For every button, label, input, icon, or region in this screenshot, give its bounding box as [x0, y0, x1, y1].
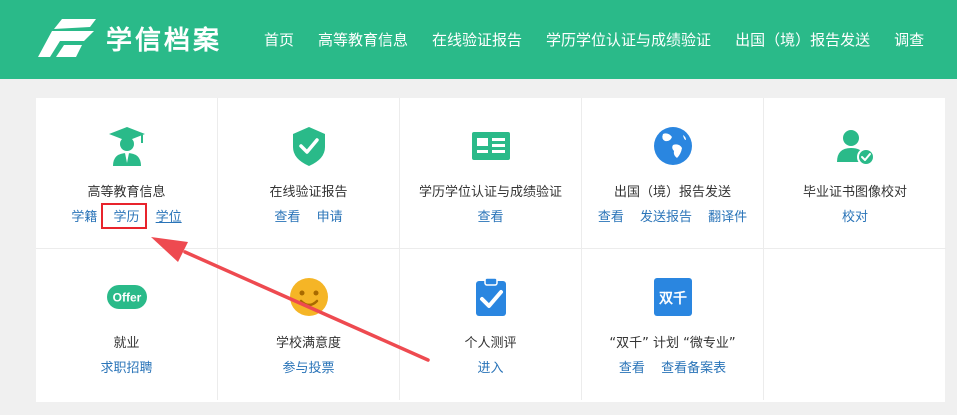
service-links: 求职招聘: [36, 357, 217, 376]
service-shuangqian: 双千 “双千” 计划 “微专业” 查看 查看备案表: [582, 249, 764, 400]
link-proofread[interactable]: 校对: [842, 210, 868, 225]
shuangqian-icon: 双千: [653, 278, 692, 316]
top-header: 学信档案 首页 高等教育信息 在线验证报告 学历学位认证与成绩验证 出国（境）报…: [0, 0, 957, 79]
smiley-icon: [289, 278, 328, 316]
service-school-satisfaction: 学校满意度 参与投票: [218, 249, 400, 400]
service-links: 查看 申请: [218, 206, 399, 225]
link-send-report[interactable]: 发送报告: [640, 210, 692, 225]
nav-certification[interactable]: 学历学位认证与成绩验证: [546, 29, 711, 50]
service-certification: 学历学位认证与成绩验证 查看: [400, 98, 582, 249]
main-nav: 首页 高等教育信息 在线验证报告 学历学位认证与成绩验证 出国（境）报告发送 调…: [264, 0, 948, 79]
id-card-icon: [471, 132, 510, 160]
app-title: 学信档案: [106, 25, 223, 56]
service-title: 学历学位认证与成绩验证: [418, 185, 562, 200]
service-overseas-report: 出国（境）报告发送 查看 发送报告 翻译件: [582, 98, 764, 249]
globe-icon: [653, 127, 692, 165]
link-view[interactable]: 查看: [477, 210, 503, 225]
link-view[interactable]: 查看: [598, 210, 624, 225]
link-view[interactable]: 查看: [274, 210, 300, 225]
service-title: 学校满意度: [275, 336, 341, 351]
service-links: 查看 查看备案表: [582, 357, 763, 376]
nav-online-report[interactable]: 在线验证报告: [432, 29, 522, 50]
service-title: 高等教育信息: [87, 185, 166, 200]
service-links: 校对: [764, 206, 946, 225]
service-personal-assessment: 个人测评 进入: [400, 249, 582, 400]
service-title: 出国（境）报告发送: [613, 185, 731, 200]
nav-higher-education[interactable]: 高等教育信息: [318, 29, 408, 50]
nav-overseas-report[interactable]: 出国（境）报告发送: [735, 29, 870, 50]
service-title: 毕业证书图像校对: [802, 185, 907, 200]
service-links: 查看: [400, 206, 581, 225]
link-vote[interactable]: 参与投票: [282, 361, 334, 376]
service-employment: Offer 就业 求职招聘: [36, 249, 218, 400]
service-links: 进入: [400, 357, 581, 376]
service-diploma-check: 毕业证书图像校对 校对: [764, 98, 946, 249]
link-translation[interactable]: 翻译件: [708, 210, 747, 225]
link-view[interactable]: 查看: [619, 361, 645, 376]
service-title: “双千” 计划 “微专业”: [609, 336, 736, 351]
link-degree[interactable]: 学位: [156, 210, 182, 225]
services-panel: 高等教育信息 学籍 学历 学位 在线验证报告 查看 申请 学历学位认证与成绩验证: [36, 98, 946, 402]
service-title: 就业: [113, 336, 140, 351]
service-links: 参与投票: [218, 357, 399, 376]
offer-icon: Offer: [106, 285, 147, 309]
shuangqian-icon-text: 双千: [659, 290, 687, 307]
clipboard-check-icon: [475, 277, 506, 316]
nav-survey[interactable]: 调查: [894, 29, 924, 50]
shield-check-icon: [292, 127, 325, 166]
link-job-search[interactable]: 求职招聘: [100, 361, 152, 376]
user-check-icon: [837, 130, 875, 166]
highlight-box: [101, 203, 147, 229]
site-logo[interactable]: 学信档案: [36, 17, 222, 59]
nav-home[interactable]: 首页: [264, 29, 294, 50]
service-online-report: 在线验证报告 查看 申请: [218, 98, 400, 249]
service-links: 查看 发送报告 翻译件: [582, 206, 763, 225]
logo-icon: [38, 19, 96, 57]
service-title: 在线验证报告: [269, 185, 348, 200]
link-student-status[interactable]: 学籍: [71, 210, 97, 225]
graduate-icon: [108, 127, 145, 166]
link-apply[interactable]: 申请: [317, 210, 343, 225]
link-enter[interactable]: 进入: [477, 361, 503, 376]
offer-icon-text: Offer: [112, 291, 141, 305]
link-view-record[interactable]: 查看备案表: [661, 361, 726, 376]
service-title: 个人测评: [464, 336, 517, 351]
empty-cell: [764, 249, 946, 400]
